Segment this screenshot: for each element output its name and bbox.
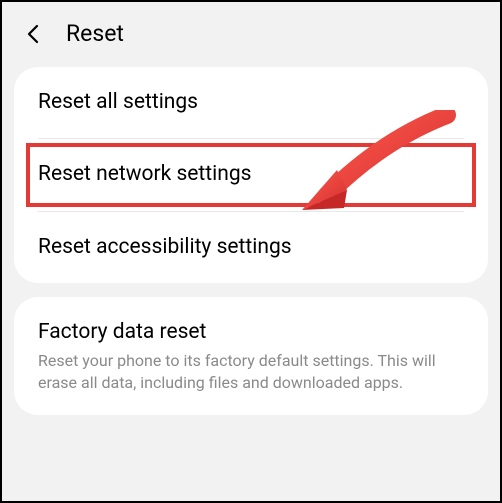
header: Reset [2,2,500,67]
reset-accessibility-settings-item[interactable]: Reset accessibility settings [14,212,488,283]
reset-network-settings-item[interactable]: Reset network settings [14,139,488,210]
reset-options-card: Reset all settings Reset network setting… [14,67,488,283]
factory-reset-card: Factory data reset Reset your phone to i… [14,297,488,415]
list-item-subtitle: Reset your phone to its factory default … [38,350,464,393]
list-item-label: Reset network settings [38,161,464,188]
factory-data-reset-item[interactable]: Factory data reset Reset your phone to i… [14,297,488,415]
reset-all-settings-item[interactable]: Reset all settings [14,67,488,138]
page-title: Reset [66,20,124,47]
list-item-label: Factory data reset [38,319,464,346]
back-icon[interactable] [22,22,46,46]
list-item-label: Reset all settings [38,89,464,116]
list-item-label: Reset accessibility settings [38,234,464,261]
